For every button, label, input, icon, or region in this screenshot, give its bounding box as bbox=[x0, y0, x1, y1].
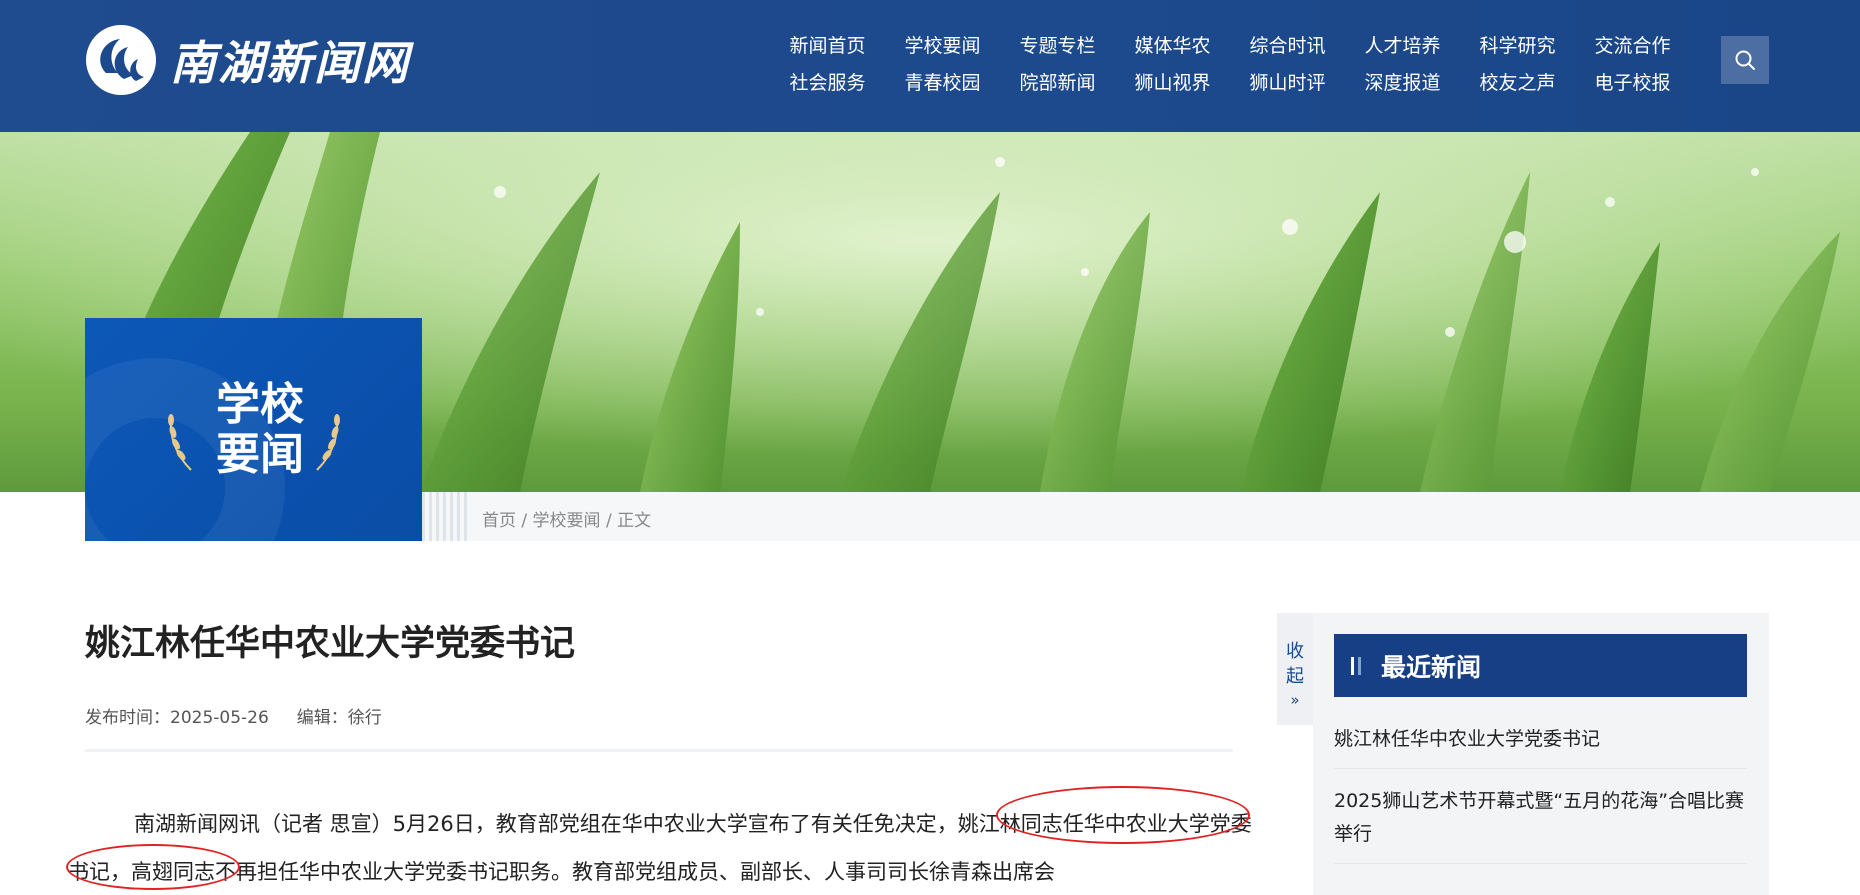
meta-divider bbox=[85, 749, 1233, 752]
section-title-line2: 要闻 bbox=[216, 429, 304, 480]
collapse-label: 起 bbox=[1286, 666, 1304, 687]
nav-item-dept-news[interactable]: 院部新闻 bbox=[1000, 68, 1115, 95]
nav-item-school-news[interactable]: 学校要闻 bbox=[885, 31, 1000, 58]
editor-label: 编辑： bbox=[296, 708, 348, 728]
sidebar-header: 最近新闻 bbox=[1334, 634, 1747, 697]
editor-name: 徐行 bbox=[347, 708, 382, 728]
nav-row-2: 社会服务 青春校园 院部新闻 狮山视界 狮山时评 深度报道 校友之声 电子校报 bbox=[770, 63, 1690, 100]
nav-item-commentary[interactable]: 狮山时评 bbox=[1230, 68, 1345, 95]
collapse-label: 收 bbox=[1286, 641, 1304, 662]
logo-text: 南湖新闻网 bbox=[170, 36, 410, 90]
sidebar-collapse-button[interactable]: 收 起 » bbox=[1277, 613, 1313, 725]
search-icon bbox=[1735, 50, 1755, 70]
publish-label: 发布时间： bbox=[85, 708, 170, 728]
breadcrumb-separator: / bbox=[600, 511, 618, 531]
nav-item-e-paper[interactable]: 电子校报 bbox=[1575, 68, 1690, 95]
nav-item-exchange[interactable]: 交流合作 bbox=[1575, 31, 1690, 58]
highlight-circle-annotation bbox=[66, 844, 240, 890]
sidebar-title: 最近新闻 bbox=[1381, 652, 1482, 682]
logo-mark-icon bbox=[86, 25, 156, 95]
site-header: 南湖新闻网 新闻首页 学校要闻 专题专栏 媒体华农 综合时讯 人才培养 科学研究… bbox=[0, 0, 1860, 132]
breadcrumb-separator: / bbox=[516, 511, 533, 531]
nav-item-in-depth[interactable]: 深度报道 bbox=[1345, 68, 1460, 95]
news-list-item[interactable]: 2025狮山艺术节开幕式暨“五月的花海”合唱比赛举行 bbox=[1334, 785, 1747, 864]
nav-item-alumni[interactable]: 校友之声 bbox=[1460, 68, 1575, 95]
section-title: 学校 要闻 bbox=[205, 380, 315, 480]
main-nav: 新闻首页 学校要闻 专题专栏 媒体华农 综合时讯 人才培养 科学研究 交流合作 … bbox=[770, 26, 1690, 100]
breadcrumb-bar: 首页 / 学校要闻 / 正文 bbox=[422, 492, 1860, 541]
recent-news-sidebar: 最近新闻 姚江林任华中农业大学党委书记 2025狮山艺术节开幕式暨“五月的花海”… bbox=[1313, 613, 1769, 895]
article-title: 姚江林任华中农业大学党委书记 bbox=[85, 624, 576, 664]
site-logo[interactable]: 南湖新闻网 bbox=[84, 22, 410, 98]
news-list-item[interactable]: 姚江林任华中农业大学党委书记 bbox=[1334, 723, 1747, 769]
breadcrumb-current: 正文 bbox=[617, 511, 652, 531]
nav-item-shishan-view[interactable]: 狮山视界 bbox=[1115, 68, 1230, 95]
breadcrumb-home-link[interactable]: 首页 bbox=[482, 511, 516, 531]
paragraph-text-1: 南湖新闻网讯（记者 思宣）5月26日，教育部党组在华中农业大学宣布了有关任免决定… bbox=[134, 812, 958, 836]
nav-item-campus[interactable]: 青春校园 bbox=[885, 68, 1000, 95]
search-button[interactable] bbox=[1721, 36, 1769, 84]
breadcrumb-decor bbox=[422, 492, 470, 541]
wheat-left-icon bbox=[168, 414, 192, 471]
nav-row-1: 新闻首页 学校要闻 专题专栏 媒体华农 综合时讯 人才培养 科学研究 交流合作 bbox=[770, 26, 1690, 63]
nav-item-social-service[interactable]: 社会服务 bbox=[770, 68, 885, 95]
nav-item-general-news[interactable]: 综合时讯 bbox=[1230, 31, 1345, 58]
highlight-circle-annotation bbox=[996, 786, 1250, 844]
nav-item-news-home[interactable]: 新闻首页 bbox=[770, 31, 885, 58]
article-meta: 发布时间：2025-05-26 编辑：徐行 bbox=[85, 703, 382, 728]
nav-item-talent[interactable]: 人才培养 bbox=[1345, 31, 1460, 58]
breadcrumb: 首页 / 学校要闻 / 正文 bbox=[482, 506, 651, 531]
wheat-right-icon bbox=[316, 414, 340, 471]
nav-item-research[interactable]: 科学研究 bbox=[1460, 31, 1575, 58]
section-badge: 学校 要闻 bbox=[85, 318, 422, 541]
double-chevron-right-icon: » bbox=[1290, 691, 1300, 709]
breadcrumb-section-link[interactable]: 学校要闻 bbox=[533, 511, 601, 531]
nav-item-media[interactable]: 媒体华农 bbox=[1115, 31, 1230, 58]
title-bars-icon bbox=[1351, 655, 1365, 677]
section-title-line1: 学校 bbox=[216, 379, 304, 430]
publish-date: 2025-05-26 bbox=[170, 708, 269, 728]
recent-news-list: 姚江林任华中农业大学党委书记 2025狮山艺术节开幕式暨“五月的花海”合唱比赛举… bbox=[1334, 723, 1747, 880]
paragraph-text-2: ，高翅同志不再担任华中农业大学党委书记职务。教育部党组成员、副部长、人事司司长徐… bbox=[110, 860, 1055, 884]
nav-item-special-topics[interactable]: 专题专栏 bbox=[1000, 31, 1115, 58]
